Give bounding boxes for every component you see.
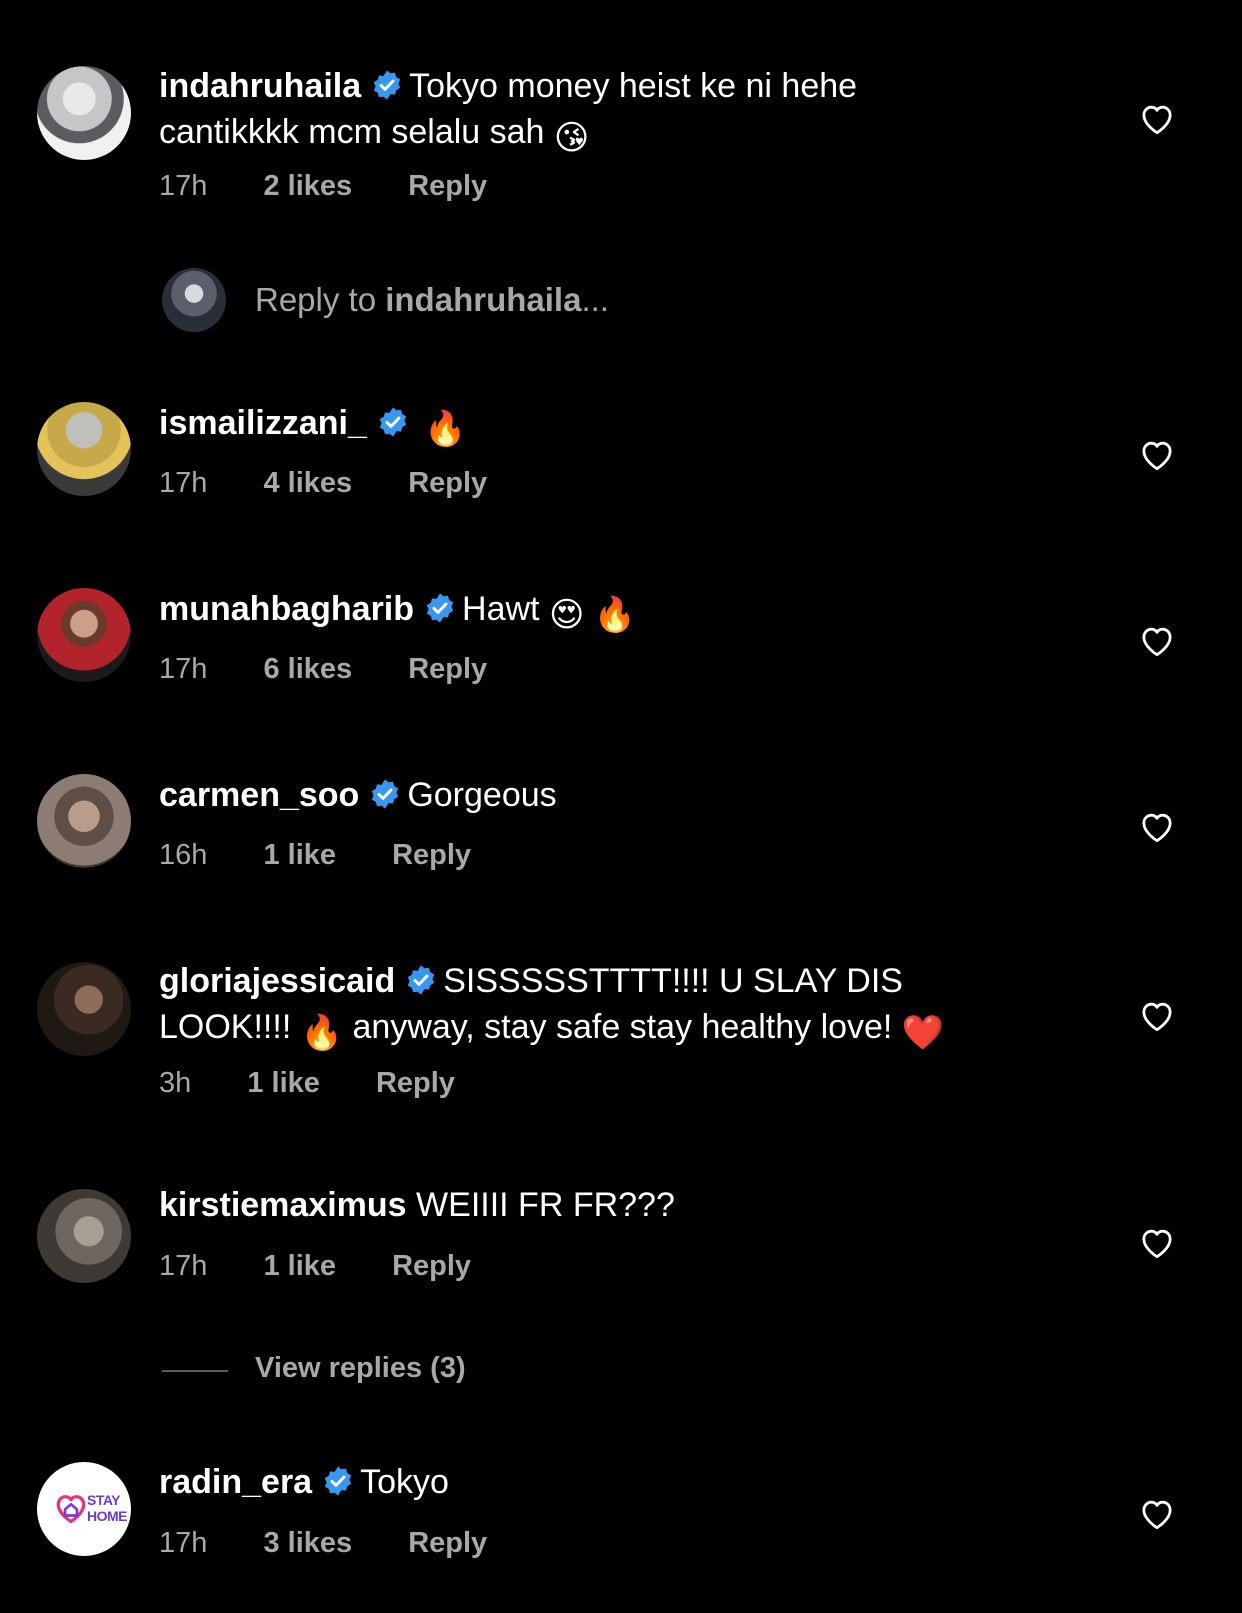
- timestamp: 3h: [159, 1067, 192, 1099]
- likes-count[interactable]: 1 like: [247, 1067, 320, 1099]
- username[interactable]: munahbagharib: [159, 590, 414, 628]
- comment-meta: 17h 1 like Reply: [159, 1249, 519, 1283]
- username[interactable]: kirstiemaximus: [159, 1186, 407, 1224]
- timestamp: 17h: [159, 170, 208, 202]
- comment-body-line2b: anyway, stay safe stay healthy love!: [352, 1008, 893, 1046]
- red-heart-emoji: ❤️: [901, 1014, 945, 1052]
- likes-count[interactable]: 1 like: [263, 1250, 336, 1282]
- username[interactable]: ismailizzani_: [159, 404, 367, 442]
- heart-outline-icon[interactable]: [1138, 437, 1176, 471]
- likes-count[interactable]: 6 likes: [263, 653, 352, 685]
- reply-to-suffix: ...: [581, 281, 609, 318]
- current-user-avatar: [162, 268, 226, 332]
- timestamp: 17h: [159, 1250, 208, 1282]
- comment-meta: 16h 1 like Reply: [159, 838, 519, 872]
- verified-badge-icon: [405, 964, 437, 1006]
- reply-to-composer[interactable]: Reply to indahruhaila...: [0, 268, 1242, 338]
- verified-badge-icon: [322, 1465, 354, 1507]
- reply-to-username: indahruhaila: [385, 281, 582, 318]
- reply-button[interactable]: Reply: [392, 839, 471, 871]
- comment-meta: 17h 6 likes Reply: [159, 652, 535, 686]
- comment-text: radin_era Tokyo: [159, 1461, 1059, 1507]
- heart-outline-icon[interactable]: [1138, 101, 1176, 135]
- stay-home-heart-icon: [56, 1495, 86, 1524]
- fire-emoji: 🔥: [300, 1014, 344, 1052]
- heart-eyes-fire-emoji: 😍 🔥: [548, 596, 637, 634]
- reply-button[interactable]: Reply: [376, 1067, 455, 1099]
- avatar[interactable]: STAY HOME: [37, 1462, 131, 1556]
- timestamp: 17h: [159, 653, 208, 685]
- comment-text: munahbagharib Hawt 😍 🔥: [159, 588, 1059, 636]
- comment-text: carmen_soo Gorgeous: [159, 774, 1059, 820]
- view-replies-button[interactable]: View replies (3): [0, 1350, 1242, 1390]
- comment-meta: 17h 4 likes Reply: [159, 466, 535, 500]
- comment-body: Tokyo money heist ke ni hehe: [409, 67, 858, 105]
- reply-button[interactable]: Reply: [408, 653, 487, 685]
- avatar[interactable]: [37, 1189, 131, 1283]
- view-replies-label[interactable]: View replies (3): [255, 1352, 466, 1385]
- likes-count[interactable]: 2 likes: [263, 170, 352, 202]
- avatar[interactable]: [37, 402, 131, 496]
- reply-button[interactable]: Reply: [392, 1250, 471, 1282]
- comment-text: gloriajessicaid SISSSSSTTTT!!!! U SLAY DI…: [159, 960, 1059, 1054]
- comment-meta: 3h 1 like Reply: [159, 1066, 503, 1100]
- timestamp: 17h: [159, 1527, 208, 1559]
- heart-outline-icon[interactable]: [1138, 809, 1176, 843]
- comment-body: SISSSSSTTTT!!!! U SLAY DIS: [443, 962, 903, 1000]
- reply-to-label[interactable]: Reply to indahruhaila...: [255, 281, 609, 319]
- verified-badge-icon: [377, 406, 409, 448]
- verified-badge-icon: [369, 778, 401, 820]
- comment-body-line2: cantikkkk mcm selalu sah: [159, 113, 545, 151]
- comment-body: Tokyo: [360, 1463, 449, 1501]
- kissing-face-emoji: 😘: [553, 119, 590, 157]
- comment-text: ismailizzani_ 🔥: [159, 402, 1059, 450]
- avatar[interactable]: [37, 588, 131, 682]
- logo-text-home: HOME: [87, 1508, 128, 1524]
- timestamp: 17h: [159, 467, 208, 499]
- logo-text-stay: STAY: [87, 1492, 121, 1508]
- comment-body: Gorgeous: [407, 776, 557, 814]
- heart-outline-icon[interactable]: [1138, 623, 1176, 657]
- avatar[interactable]: [37, 774, 131, 868]
- comment-text: indahruhaila Tokyo money heist ke ni hehe…: [159, 65, 1059, 159]
- username[interactable]: radin_era: [159, 1463, 312, 1501]
- verified-badge-icon: [424, 592, 456, 634]
- likes-count[interactable]: 4 likes: [263, 467, 352, 499]
- avatar[interactable]: [37, 962, 131, 1056]
- heart-outline-icon[interactable]: [1138, 998, 1176, 1032]
- comment-body-line2a: LOOK!!!!: [159, 1008, 292, 1046]
- likes-count[interactable]: 1 like: [263, 839, 336, 871]
- comment-body: Hawt: [462, 590, 540, 628]
- verified-badge-icon: [371, 69, 403, 111]
- reply-to-prefix: Reply to: [255, 281, 377, 318]
- username[interactable]: indahruhaila: [159, 67, 361, 105]
- likes-count[interactable]: 3 likes: [263, 1527, 352, 1559]
- username[interactable]: gloriajessicaid: [159, 962, 395, 1000]
- heart-outline-icon[interactable]: [1138, 1225, 1176, 1259]
- reply-button[interactable]: Reply: [408, 1527, 487, 1559]
- reply-button[interactable]: Reply: [408, 467, 487, 499]
- avatar[interactable]: [37, 66, 131, 160]
- comment-text: kirstiemaximus WEIIII FR FR???: [159, 1184, 1059, 1226]
- stay-home-logo-text: STAY HOME: [87, 1492, 128, 1524]
- reply-button[interactable]: Reply: [408, 170, 487, 202]
- comment-meta: 17h 2 likes Reply: [159, 169, 535, 203]
- comment-meta: 17h 3 likes Reply: [159, 1526, 535, 1560]
- heart-outline-icon[interactable]: [1138, 1496, 1176, 1530]
- timestamp: 16h: [159, 839, 208, 871]
- fire-emoji: 🔥: [424, 410, 467, 448]
- username[interactable]: carmen_soo: [159, 776, 359, 814]
- divider-line: [162, 1370, 228, 1372]
- comment-body: WEIIII FR FR???: [416, 1186, 675, 1224]
- comments-screen: indahruhaila Tokyo money heist ke ni hehe…: [0, 0, 1242, 1613]
